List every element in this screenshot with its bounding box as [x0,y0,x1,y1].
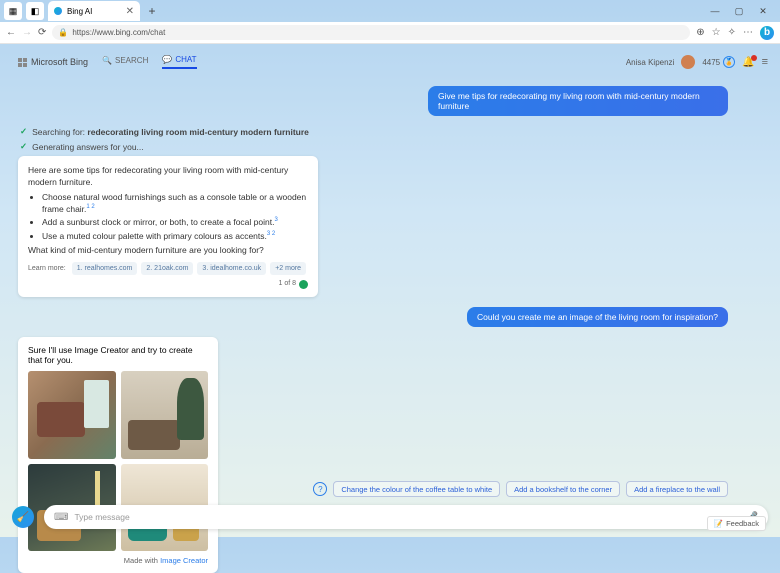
search-icon: 🔍 [102,56,112,65]
bing-icon [54,7,62,15]
refresh-button[interactable]: ⟳ [38,27,46,38]
tab-title: Bing AI [67,7,92,16]
close-icon[interactable]: ✕ [126,6,134,17]
url-text: https://www.bing.com/chat [72,28,165,37]
generated-image[interactable] [28,371,116,459]
window-close-button[interactable]: ✕ [756,6,770,17]
avatar[interactable] [681,55,695,69]
tab-search[interactable]: 🔍 SEARCH [102,56,148,68]
forward-button[interactable]: → [22,27,32,38]
read-aloud-icon[interactable]: ⊕ [696,27,704,38]
suggestion-chip[interactable]: Add a bookshelf to the corner [506,481,620,497]
source-link[interactable]: 2. 21oak.com [141,262,193,275]
user-message: Could you create me an image of the livi… [467,307,728,327]
browser-titlebar: ▦ ◧ Bing AI ✕ + — ▢ ✕ [0,0,780,22]
check-icon: ✓ [20,126,27,137]
chat-icon: 💬 [162,55,172,64]
ai-image-intro: Sure I'll use Image Creator and try to c… [28,345,208,365]
made-with-label: Made with Image Creator [28,556,208,565]
microsoft-bing-logo[interactable]: Microsoft Bing [18,57,88,67]
generated-image[interactable] [121,371,209,459]
workspaces-button[interactable]: ◧ [26,2,44,20]
page-header: Microsoft Bing 🔍 SEARCH 💬 CHAT Anisa Kip… [18,52,768,72]
bing-sidebar-button[interactable]: b [760,26,774,40]
browser-tab[interactable]: Bing AI ✕ [48,1,140,21]
trophy-icon: 🏅 [723,56,735,68]
address-bar[interactable]: 🔒 https://www.bing.com/chat [52,25,690,40]
input-placeholder: Type message [74,512,129,522]
favorites-icon[interactable]: ☆ [712,27,721,38]
ai-intro: Here are some tips for redecorating your… [28,164,308,189]
source-more[interactable]: +2 more [270,262,306,275]
ai-followup: What kind of mid-century modern furnitur… [28,244,308,256]
status-searching: ✓ Searching for: redecorating living roo… [20,126,768,137]
rewards-points[interactable]: 4475 🏅 [702,56,735,68]
user-name: Anisa Kipenzi [626,58,674,67]
tab-chat[interactable]: 💬 CHAT [162,55,196,69]
source-link[interactable]: 1. realhomes.com [72,262,138,275]
learn-more-label: Learn more: [28,264,66,274]
lock-icon: 🔒 [58,28,68,37]
ai-response-card: Here are some tips for redecorating your… [18,156,318,297]
chat-input[interactable]: ⌨ Type message 🎤 [44,505,768,529]
extensions-icon[interactable]: ✧ [728,27,736,38]
response-count: 1 of 8 [278,279,296,289]
ai-tip: Choose natural wood furnishings such as … [42,192,306,214]
hamburger-menu[interactable]: ≡ [762,56,768,68]
feedback-button[interactable]: 📝 Feedback [707,516,766,531]
keyboard-icon: ⌨ [54,512,68,523]
tab-actions-button[interactable]: ▦ [4,2,22,20]
new-tab-button[interactable]: + [144,3,160,19]
new-topic-button[interactable]: 🧹 [12,506,34,528]
check-icon: ✓ [20,141,27,152]
ai-tip: Use a muted colour palette with primary … [42,231,267,241]
ai-tip: Add a sunburst clock or mirror, or both,… [42,217,274,227]
image-response-card: Sure I'll use Image Creator and try to c… [18,337,218,573]
source-link[interactable]: 3. idealhome.co.uk [197,262,266,275]
status-generating: ✓ Generating answers for you... [20,141,768,152]
suggestion-chip[interactable]: Change the colour of the coffee table to… [333,481,500,497]
address-bar-row: ← → ⟳ 🔒 https://www.bing.com/chat ⊕ ☆ ✧ … [0,22,780,44]
feedback-icon: 📝 [714,519,723,528]
user-message: Give me tips for redecorating my living … [428,86,728,116]
count-dot-icon [299,280,308,289]
maximize-button[interactable]: ▢ [732,6,746,17]
image-creator-link[interactable]: Image Creator [160,556,208,565]
help-icon[interactable]: ? [313,482,327,496]
minimize-button[interactable]: — [708,6,722,17]
notifications-button[interactable]: 🔔 [742,57,754,68]
suggestion-chip[interactable]: Add a fireplace to the wall [626,481,728,497]
suggestions-row: ? Change the colour of the coffee table … [12,481,768,497]
menu-icon[interactable]: ⋯ [743,27,753,38]
back-button[interactable]: ← [6,27,16,38]
